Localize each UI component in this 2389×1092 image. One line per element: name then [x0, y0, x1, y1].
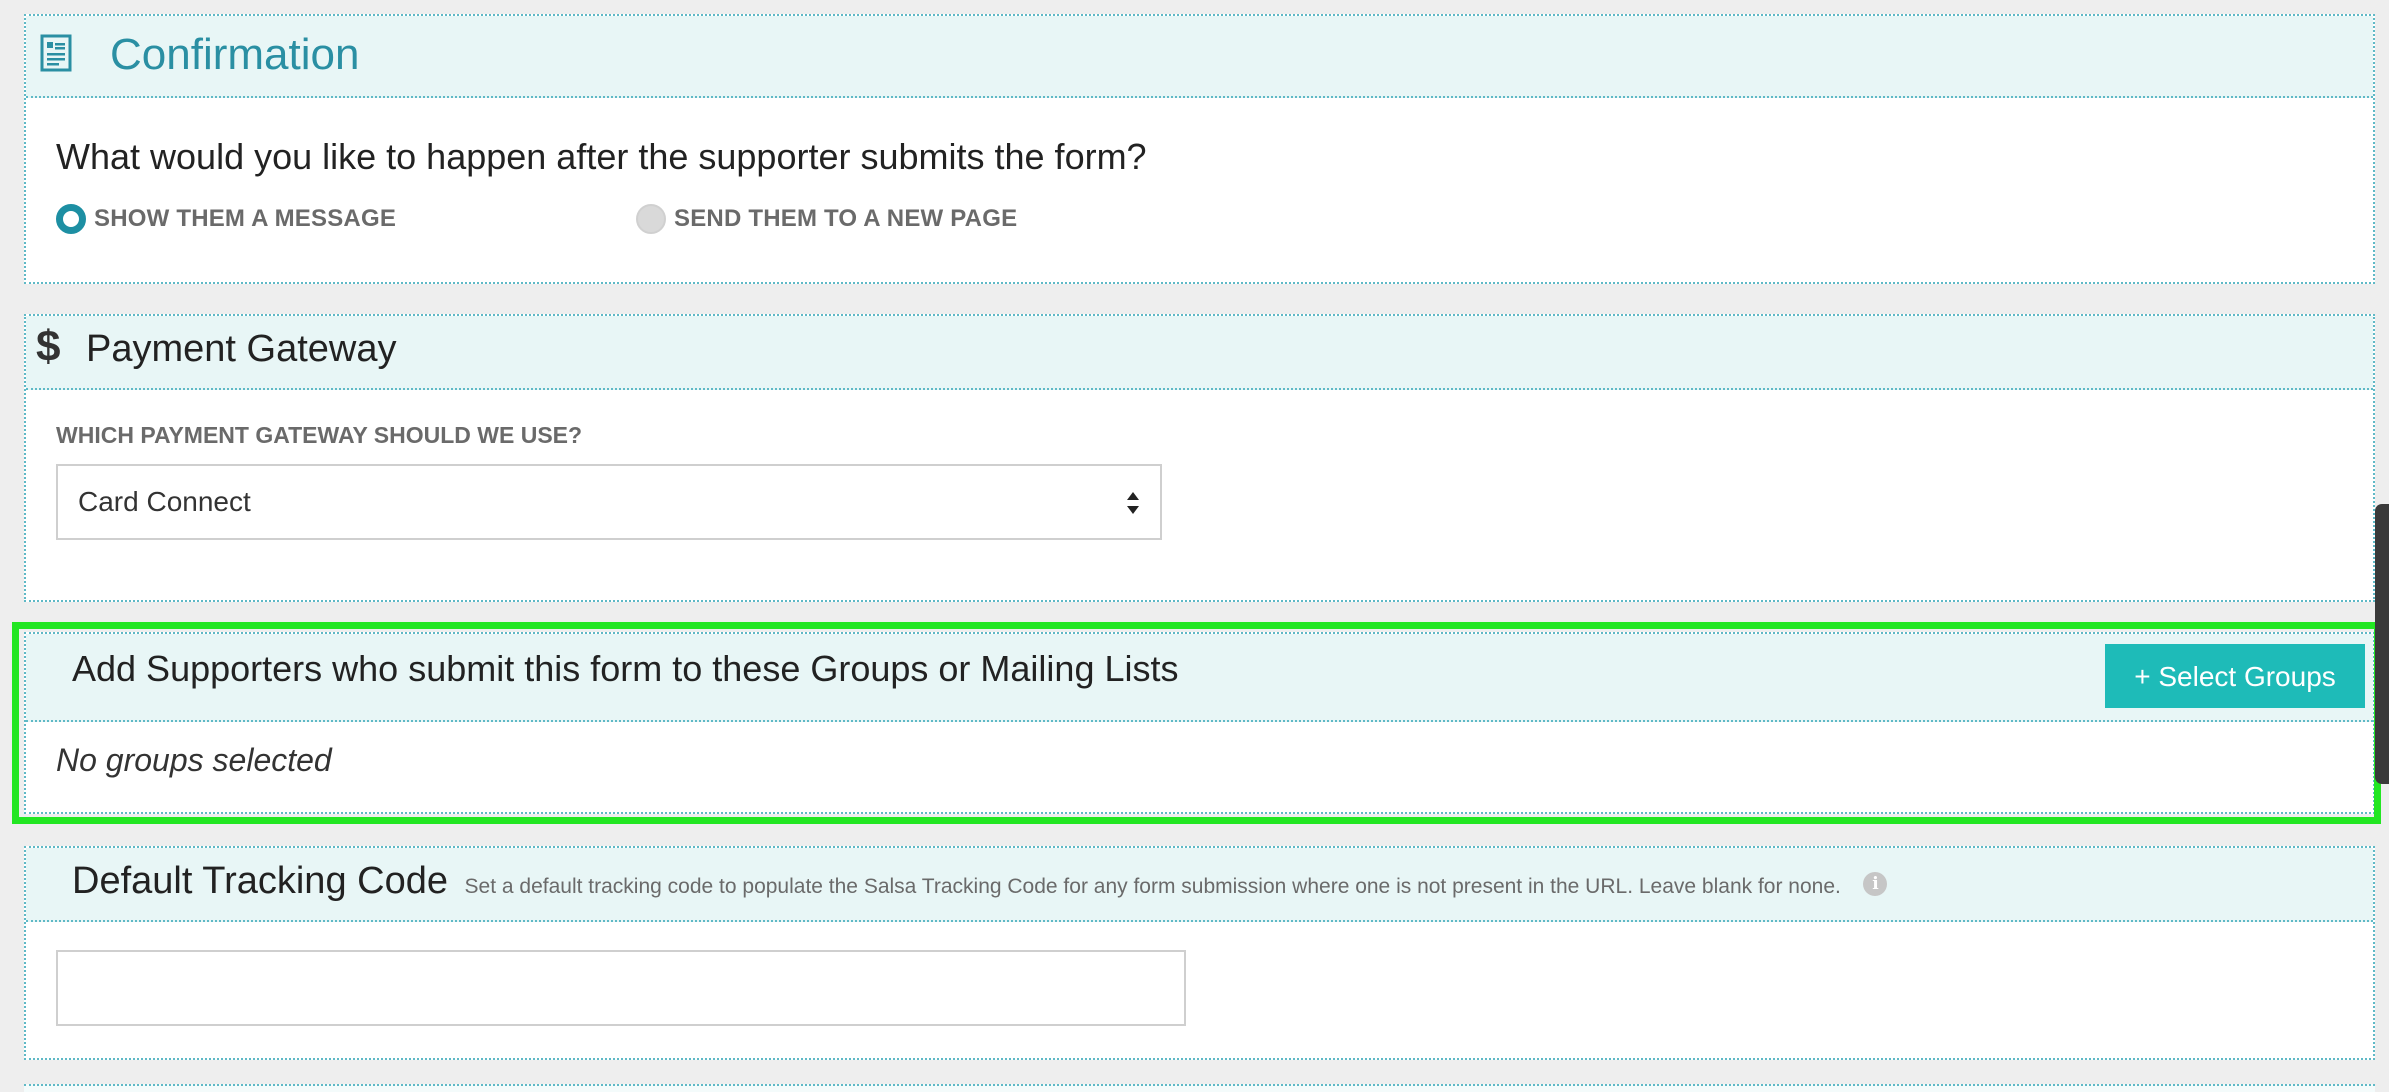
radio-new-page[interactable]: SEND THEM TO A NEW PAGE: [636, 204, 1017, 234]
groups-panel: Add Supporters who submit this form to t…: [24, 632, 2375, 814]
tracking-code-panel: Default Tracking Code Set a default trac…: [24, 846, 2375, 1060]
gateway-select-value[interactable]: Card Connect: [78, 486, 251, 518]
groups-title: Add Supporters who submit this form to t…: [72, 648, 1179, 689]
tracking-code-title: Default Tracking Code: [72, 860, 448, 902]
radio-show-message[interactable]: SHOW THEM A MESSAGE: [56, 204, 396, 234]
scrollbar-thumb[interactable]: [2375, 504, 2389, 784]
tracking-code-description: Set a default tracking code to populate …: [464, 875, 1841, 898]
radio-unselected-icon[interactable]: [636, 204, 666, 234]
select-arrows-icon[interactable]: [1126, 488, 1140, 518]
no-groups-text: No groups selected: [56, 742, 332, 778]
groups-header: Add Supporters who submit this form to t…: [26, 634, 2373, 722]
confirmation-question: What would you like to happen after the …: [56, 136, 1147, 177]
payment-gateway-header: $ Payment Gateway: [26, 316, 2373, 390]
confirmation-header: Confirmation: [26, 16, 2373, 98]
tracking-code-heading: Default Tracking Code Set a default trac…: [72, 860, 1888, 903]
payment-gateway-panel: $ Payment Gateway WHICH PAYMENT GATEWAY …: [24, 314, 2375, 602]
tracking-code-input[interactable]: [56, 950, 1186, 1026]
next-panel-edge: [24, 1084, 2375, 1092]
radio-selected-icon[interactable]: [56, 204, 86, 234]
confirmation-panel: Confirmation What would you like to happ…: [24, 14, 2375, 284]
select-groups-button[interactable]: + Select Groups: [2105, 644, 2365, 708]
payment-gateway-title: Payment Gateway: [86, 328, 397, 370]
gateway-field-label: WHICH PAYMENT GATEWAY SHOULD WE USE?: [56, 422, 583, 448]
dollar-icon: $: [36, 322, 61, 371]
radio-show-message-label[interactable]: SHOW THEM A MESSAGE: [94, 205, 396, 233]
tracking-code-header: Default Tracking Code Set a default trac…: [26, 848, 2373, 922]
form-icon: [40, 34, 72, 72]
info-icon[interactable]: i: [1863, 872, 1888, 896]
gateway-select[interactable]: Card Connect: [56, 464, 1162, 540]
confirmation-title: Confirmation: [110, 30, 360, 79]
radio-new-page-label[interactable]: SEND THEM TO A NEW PAGE: [674, 205, 1017, 233]
